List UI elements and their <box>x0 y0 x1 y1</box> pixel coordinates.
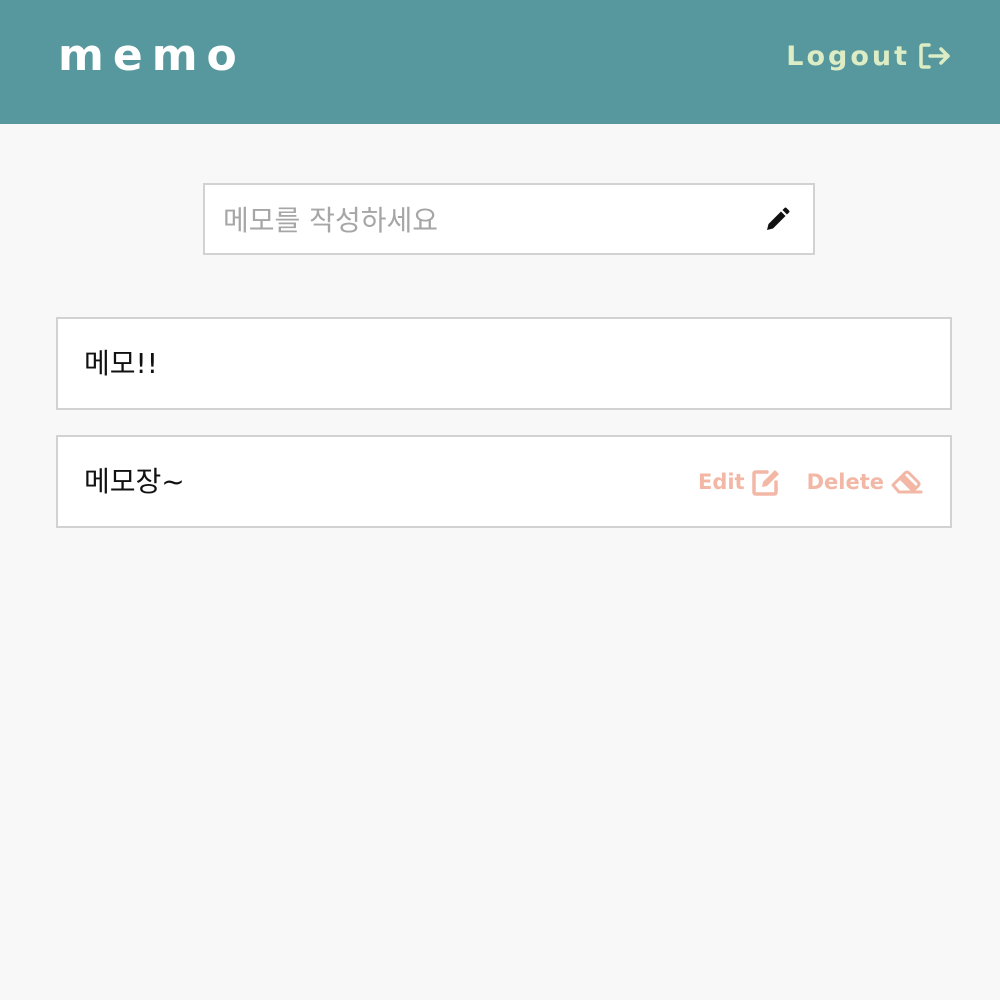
memo-actions: Edit Delete <box>698 437 924 526</box>
edit-button[interactable]: Edit <box>698 467 783 497</box>
edit-label: Edit <box>697 469 745 494</box>
memo-compose-box <box>203 183 815 255</box>
memo-card: 메모!! <box>56 317 952 410</box>
memo-input[interactable] <box>221 185 745 255</box>
memo-text: 메모!! <box>84 347 158 380</box>
memo-text: 메모장~ <box>84 465 185 498</box>
delete-label: Delete <box>806 469 884 494</box>
logout-label: Logout <box>786 40 910 72</box>
app-header: memo Logout <box>0 0 1000 124</box>
pencil-icon[interactable] <box>763 206 791 234</box>
edit-icon <box>751 467 783 497</box>
logout-icon <box>918 41 952 71</box>
logout-button[interactable]: Logout <box>786 38 952 74</box>
app-logo: memo <box>58 30 246 81</box>
memo-card: 메모장~ Edit Delete <box>56 435 952 528</box>
eraser-icon <box>890 468 924 496</box>
delete-button[interactable]: Delete <box>807 468 924 496</box>
